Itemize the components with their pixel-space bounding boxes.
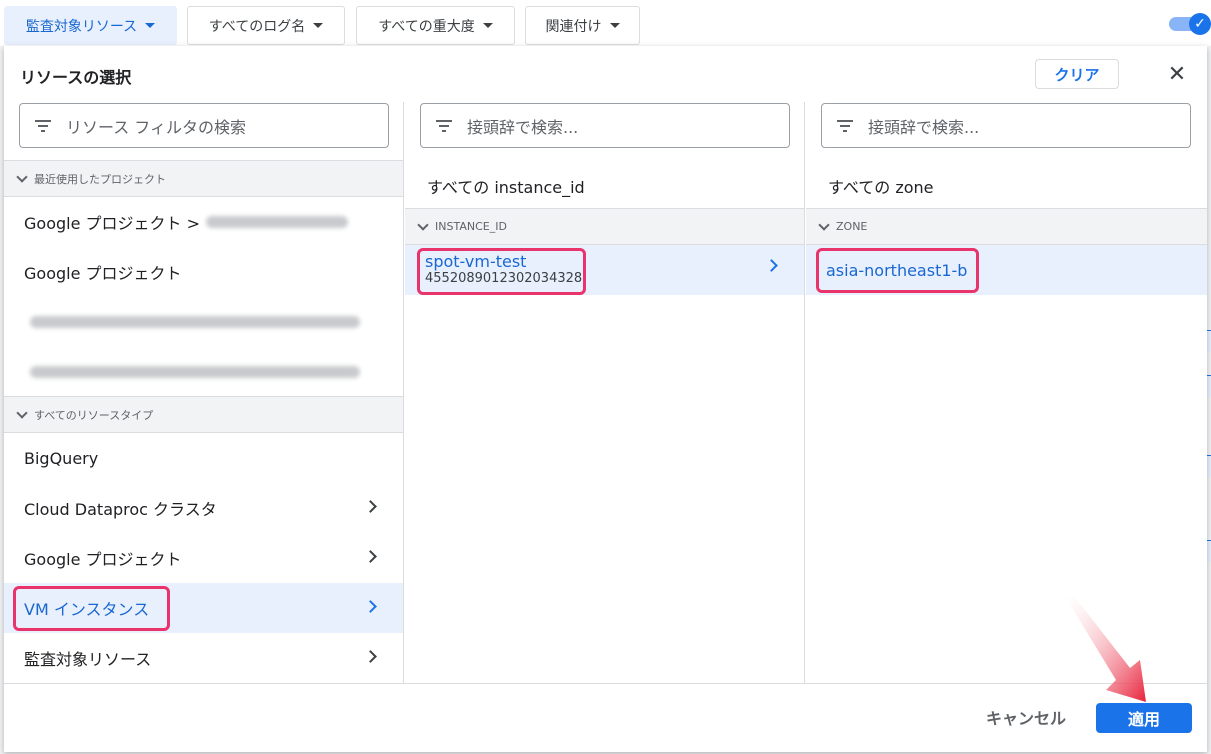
instance-id-header[interactable]: INSTANCE_ID [405, 208, 804, 245]
resource-type-item[interactable]: 監査対象リソース [4, 633, 403, 683]
toggle-switch[interactable]: ✓ [1169, 13, 1211, 35]
instance-id-search-input[interactable]: 接頭辞で検索... [420, 103, 790, 148]
search-placeholder: リソース フィルタの検索 [66, 117, 246, 137]
check-icon: ✓ [1189, 13, 1211, 35]
caret-down-icon [313, 23, 324, 28]
resource-type-item[interactable]: BigQuery [4, 433, 403, 483]
caret-down-icon [609, 23, 620, 28]
resource-type-label: Cloud Dataproc クラスタ [24, 500, 217, 519]
chevron-down-icon [818, 218, 830, 231]
filter-icon [34, 119, 52, 133]
search-placeholder: 接頭辞で検索... [868, 117, 980, 137]
annotation-arrow [1066, 596, 1146, 702]
severity-filter-label: すべての重大度 [378, 18, 475, 35]
filter-icon [435, 119, 453, 133]
clear-button[interactable]: クリア [1035, 59, 1119, 89]
chevron-right-icon [364, 550, 377, 563]
resource-type-item[interactable]: Cloud Dataproc クラスタ [4, 483, 403, 533]
highlight-box [13, 586, 170, 631]
resource-type-label: Google プロジェクト [24, 550, 182, 569]
chevron-down-icon [16, 406, 28, 419]
correlation-filter-label: 関連付け [545, 18, 602, 35]
redacted-text [30, 366, 360, 378]
resource-filter-chip[interactable]: 監査対象リソース [4, 6, 177, 45]
log-name-filter-chip[interactable]: すべてのログ名 [187, 6, 345, 45]
chevron-right-icon [364, 500, 377, 513]
recent-projects-header-label: 最近使用したプロジェクト [34, 172, 166, 186]
instance-id-header-label: INSTANCE_ID [435, 220, 507, 233]
chevron-right-icon [765, 259, 778, 272]
footer-divider [4, 683, 1207, 684]
screen: 監査対象リソース すべてのログ名 すべての重大度 関連付け ✓ リソースの選択 … [0, 0, 1211, 754]
filter-bar: 監査対象リソース すべてのログ名 すべての重大度 関連付け ✓ [0, 0, 1211, 46]
redacted-text [30, 316, 360, 328]
resource-filter-label: 監査対象リソース [25, 18, 138, 35]
filter-icon [836, 119, 854, 133]
resource-type-column: リソース フィルタの検索 最近使用したプロジェクト Google プロジェクト … [4, 102, 404, 683]
resource-types-header[interactable]: すべてのリソースタイプ [4, 396, 403, 433]
apply-button[interactable]: 適用 [1096, 703, 1192, 733]
resource-filter-search-input[interactable]: リソース フィルタの検索 [19, 103, 389, 148]
close-icon[interactable]: ✕ [1165, 60, 1189, 88]
recent-project-item[interactable] [4, 347, 403, 397]
all-zone-option[interactable]: すべての zone [828, 174, 934, 198]
caret-down-icon [482, 23, 493, 28]
zone-header-label: ZONE [836, 220, 868, 233]
dialog-title: リソースの選択 [20, 68, 132, 87]
all-instance-id-option[interactable]: すべての instance_id [427, 174, 585, 198]
chevron-down-icon [417, 218, 429, 231]
chevron-right-icon [364, 650, 377, 663]
resource-type-label: BigQuery [24, 448, 99, 468]
recent-project-label: Google プロジェクト > [24, 214, 201, 233]
caret-down-icon [145, 23, 156, 28]
resource-select-dialog: リソースの選択 クリア ✕ リソース フィルタの検索 最近使用したプロジェクト … [4, 46, 1207, 752]
recent-project-label: Google プロジェクト [24, 264, 182, 283]
resource-type-item[interactable]: Google プロジェクト [4, 533, 403, 583]
recent-projects-header[interactable]: 最近使用したプロジェクト [4, 160, 403, 197]
recent-project-item[interactable]: Google プロジェクト > [4, 197, 403, 247]
correlation-filter-chip[interactable]: 関連付け [525, 6, 640, 45]
severity-filter-chip[interactable]: すべての重大度 [356, 6, 515, 45]
chevron-right-icon [364, 600, 377, 613]
resource-type-label: 監査対象リソース [24, 650, 152, 669]
resource-types-header-label: すべてのリソースタイプ [34, 408, 154, 422]
highlight-box [816, 248, 979, 293]
zone-header[interactable]: ZONE [806, 208, 1207, 245]
redacted-text [206, 216, 349, 228]
recent-project-item[interactable]: Google プロジェクト [4, 247, 403, 297]
chevron-down-icon [16, 170, 28, 183]
instance-id-column: 接頭辞で検索... すべての instance_id INSTANCE_ID s… [405, 102, 805, 683]
zone-search-input[interactable]: 接頭辞で検索... [821, 103, 1191, 148]
log-name-filter-label: すべてのログ名 [208, 18, 306, 35]
recent-project-item[interactable] [4, 297, 403, 347]
highlight-box [417, 248, 586, 295]
search-placeholder: 接頭辞で検索... [467, 117, 579, 137]
